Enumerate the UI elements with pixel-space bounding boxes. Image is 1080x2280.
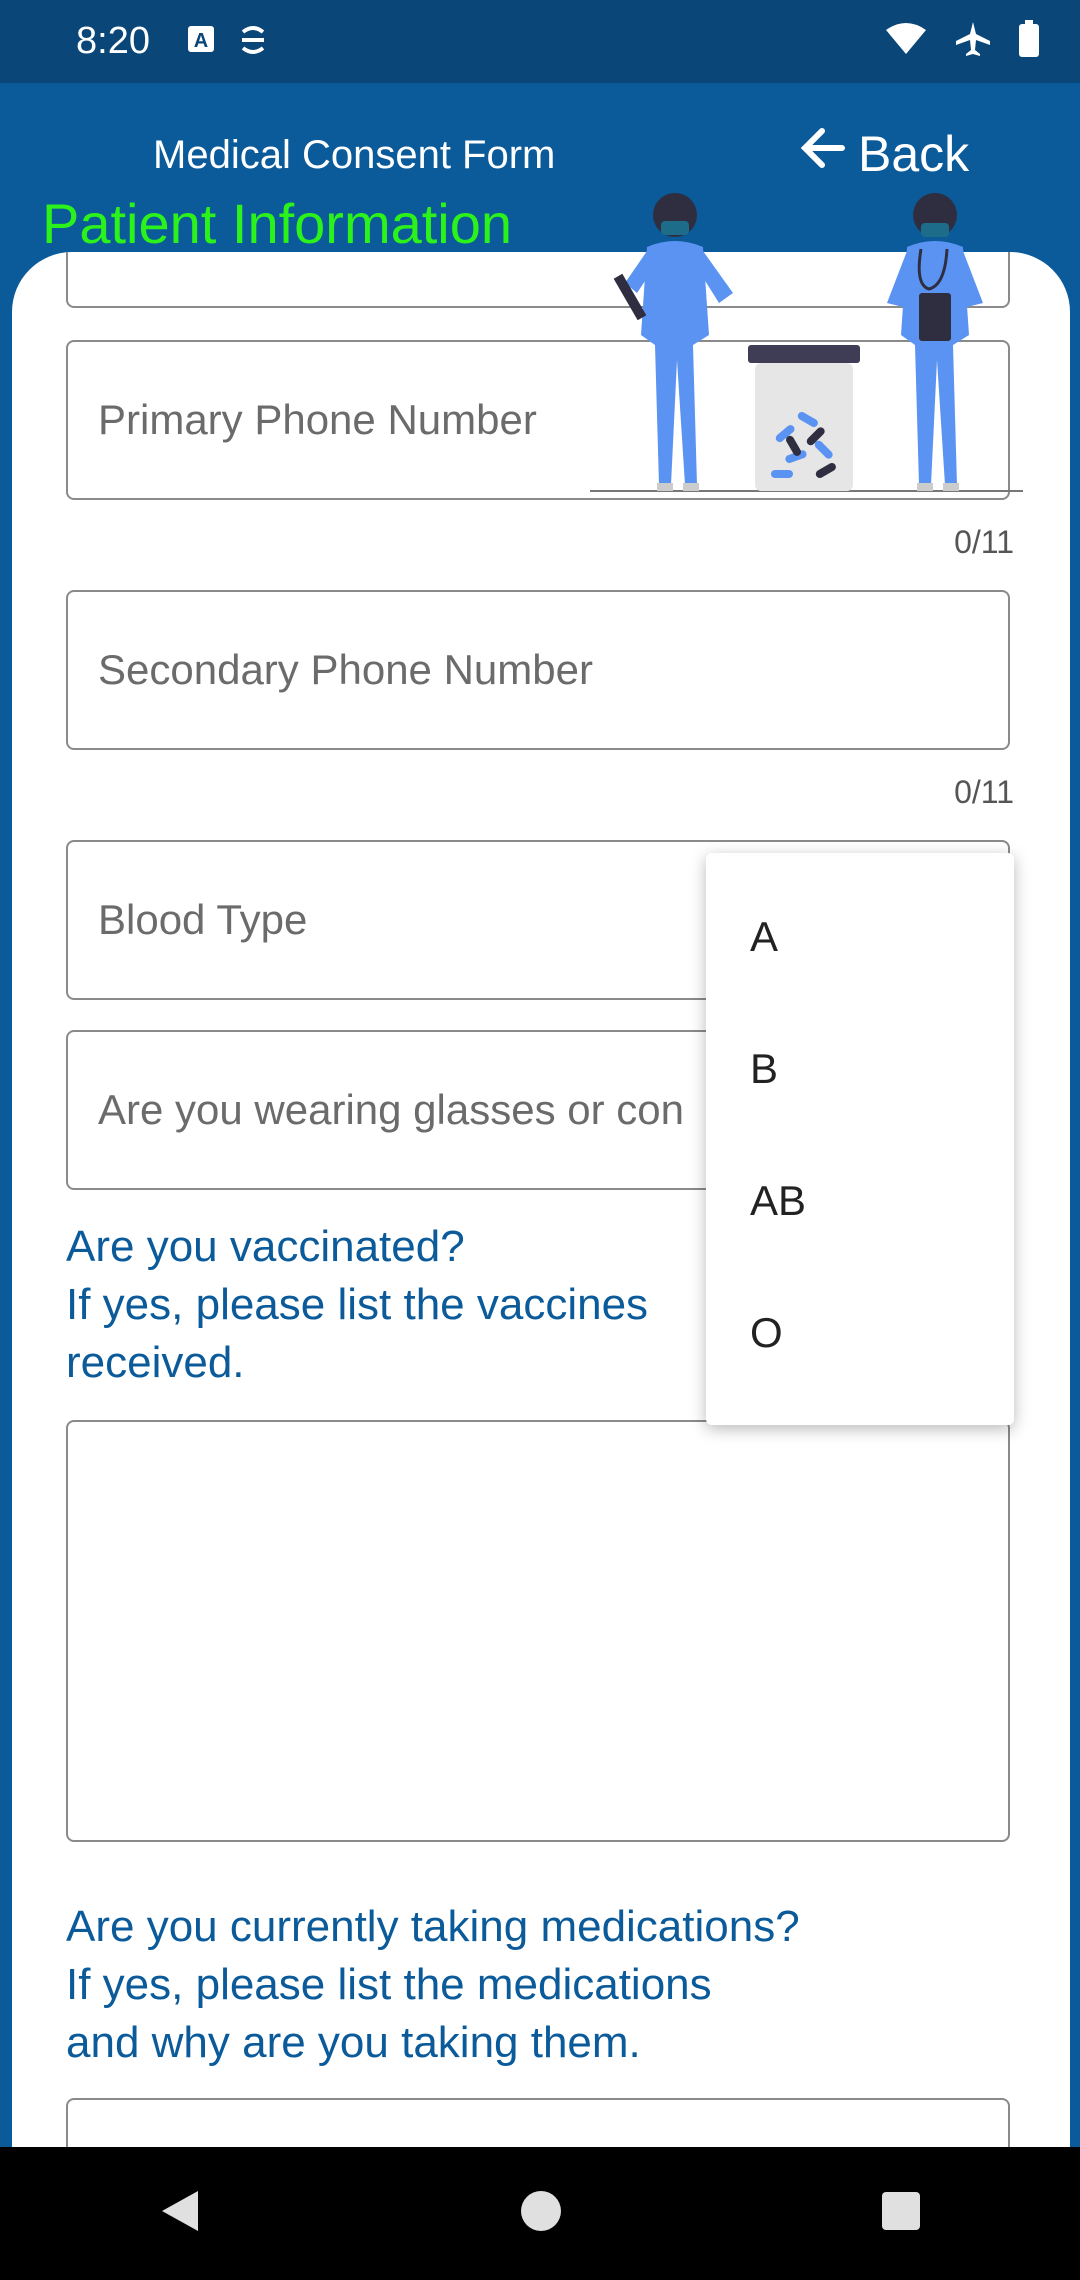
home-circle-icon[interactable]: [519, 2189, 563, 2238]
dropdown-option-b[interactable]: B: [706, 1003, 1014, 1135]
section-title: Patient Information: [42, 192, 513, 255]
medications-textarea[interactable]: [66, 2098, 1010, 2147]
back-triangle-icon[interactable]: [158, 2187, 202, 2240]
vaccinated-question: Are you vaccinated? If yes, please list …: [66, 1218, 648, 1392]
glasses-placeholder: Are you wearing glasses or con: [98, 1086, 684, 1133]
wifi-icon: [884, 22, 928, 61]
recents-square-icon[interactable]: [880, 2190, 922, 2237]
primary-phone-placeholder: Primary Phone Number: [98, 396, 537, 443]
dropdown-option-a[interactable]: A: [706, 871, 1014, 1003]
medications-question-line2: If yes, please list the medications: [66, 1960, 712, 2009]
blood-type-placeholder: Blood Type: [98, 896, 308, 943]
back-label: Back: [858, 126, 970, 182]
blood-type-dropdown: A B AB O: [706, 853, 1014, 1425]
system-nav-bar: [0, 2147, 1080, 2280]
status-time: 8:20: [76, 20, 150, 62]
medications-question: Are you currently taking medications? If…: [66, 1898, 800, 2072]
nurses-illustration: [585, 185, 1025, 500]
secondary-phone-placeholder: Secondary Phone Number: [98, 646, 593, 693]
vaccinated-question-line3: received.: [66, 1338, 245, 1387]
secondary-phone-field[interactable]: Secondary Phone Number: [66, 590, 1010, 750]
page-title: Medical Consent Form: [153, 133, 556, 177]
back-button[interactable]: Back: [800, 125, 969, 183]
secondary-phone-counter: 0/11: [954, 774, 1014, 810]
text-a-icon: A: [186, 24, 216, 63]
vaccines-textarea[interactable]: [66, 1420, 1010, 1842]
svg-text:A: A: [194, 30, 208, 52]
vaccinated-question-line2: If yes, please list the vaccines: [66, 1280, 649, 1329]
status-bar: 8:20 A: [0, 0, 1080, 83]
primary-phone-counter: 0/11: [954, 524, 1014, 560]
battery-icon: [1018, 20, 1040, 63]
assistant-icon: [238, 24, 268, 63]
medications-question-line1: Are you currently taking medications?: [66, 1902, 800, 1951]
dropdown-option-o[interactable]: O: [706, 1267, 1014, 1399]
vaccinated-question-line1: Are you vaccinated?: [66, 1222, 465, 1271]
dropdown-option-ab[interactable]: AB: [706, 1135, 1014, 1267]
airplane-mode-icon: [954, 20, 992, 63]
arrow-left-icon: [800, 125, 846, 183]
medications-question-line3: and why are you taking them.: [66, 2018, 641, 2067]
